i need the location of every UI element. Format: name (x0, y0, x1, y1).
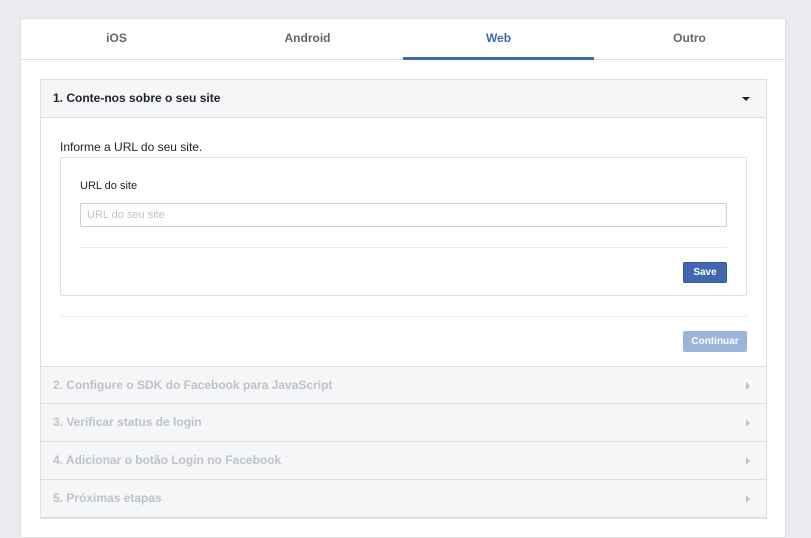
caret-right-icon (746, 495, 750, 503)
step-3-title: 3. Verificar status de login (53, 415, 202, 429)
tab-web[interactable]: Web (403, 19, 594, 60)
step-3-header[interactable]: 3. Verificar status de login (41, 404, 766, 442)
url-field-label: URL do site (80, 180, 138, 192)
caret-down-icon (742, 97, 750, 101)
platform-tabs: iOS Android Web Outro (21, 19, 785, 60)
setup-card: iOS Android Web Outro 1. Conte-nos sobre… (20, 18, 786, 538)
step-4-title: 4. Adicionar o botão Login no Facebook (53, 453, 282, 467)
tab-android[interactable]: Android (212, 19, 403, 59)
step-4-header[interactable]: 4. Adicionar o botão Login no Facebook (41, 442, 766, 480)
step-divider (60, 316, 747, 317)
url-form-box: URL do site Save (60, 157, 747, 296)
step-2-title: 2. Configure o SDK do Facebook para Java… (53, 378, 333, 392)
step-1-body: Informe a URL do seu site. URL do site S… (41, 118, 766, 366)
form-divider (80, 247, 727, 248)
tab-ios[interactable]: iOS (21, 19, 212, 59)
step-1-header[interactable]: 1. Conte-nos sobre o seu site (41, 80, 766, 118)
caret-right-icon (746, 457, 750, 465)
step-1-title: 1. Conte-nos sobre o seu site (53, 91, 221, 105)
site-url-input[interactable] (80, 203, 727, 227)
save-button[interactable]: Save (683, 262, 727, 283)
caret-right-icon (746, 382, 750, 390)
setup-steps-accordion: 1. Conte-nos sobre o seu site Informe a … (40, 79, 767, 519)
step-2-header[interactable]: 2. Configure o SDK do Facebook para Java… (41, 366, 766, 404)
tab-other[interactable]: Outro (594, 19, 785, 59)
continue-button[interactable]: Continuar (683, 331, 747, 352)
step-5-header[interactable]: 5. Próximas etapas (41, 480, 766, 518)
step-5-title: 5. Próximas etapas (53, 491, 162, 505)
step-1-prompt: Informe a URL do seu site. (60, 140, 203, 154)
caret-right-icon (746, 419, 750, 427)
